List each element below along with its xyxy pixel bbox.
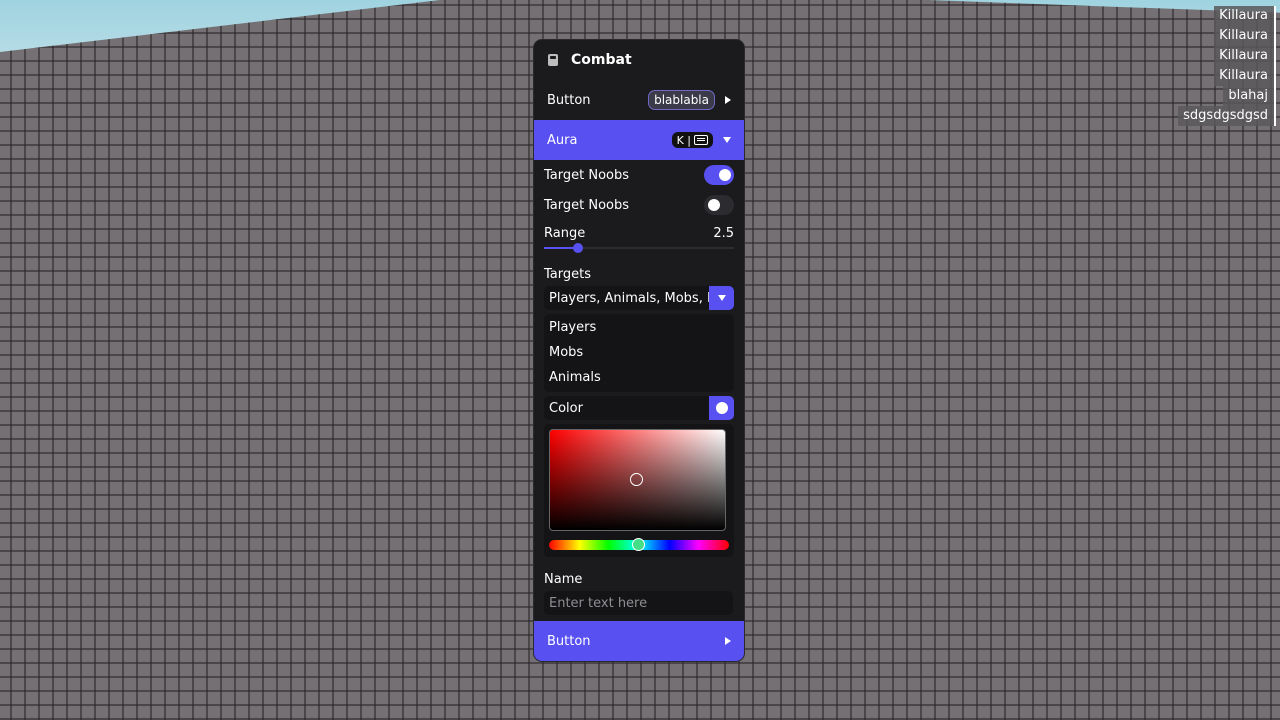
button-module[interactable]: Button blablabla xyxy=(534,80,744,120)
label-pill: blablabla xyxy=(648,90,715,110)
notification: sdgsdgsdgsd xyxy=(1178,106,1276,126)
toggle-label: Target Noobs xyxy=(544,197,630,213)
option-players[interactable]: Players xyxy=(544,315,734,340)
option-animals[interactable]: Animals xyxy=(544,365,734,390)
keybind-key: K | xyxy=(676,133,691,147)
slider-label: Range xyxy=(544,226,586,241)
slider-handle[interactable] xyxy=(573,243,584,253)
targets-dropdown[interactable]: Players, Animals, Mobs, I xyxy=(544,286,734,310)
button-label: Button xyxy=(547,633,591,649)
color-label: Color xyxy=(549,400,583,416)
saturation-value-area[interactable] xyxy=(549,429,726,531)
window-title: Combat xyxy=(571,52,632,68)
toggle-knob xyxy=(708,199,720,211)
chevron-right-icon[interactable] xyxy=(725,637,731,645)
aura-module[interactable]: Aura K | xyxy=(534,120,744,160)
toggle-knob xyxy=(719,169,731,181)
hue-cursor[interactable] xyxy=(632,538,645,551)
notification: Killaura xyxy=(1214,6,1276,26)
color-picker xyxy=(544,424,734,557)
targets-label: Targets xyxy=(544,267,591,282)
notification-list: Killaura Killaura Killaura Killaura blah… xyxy=(1178,6,1276,126)
color-swatch-button[interactable] xyxy=(709,396,734,420)
keybind-badge[interactable]: K | xyxy=(671,132,713,148)
color-dot xyxy=(715,402,728,414)
chevron-right-icon[interactable] xyxy=(725,96,731,104)
name-input[interactable] xyxy=(544,591,733,615)
toggle-switch-on[interactable] xyxy=(704,165,734,185)
button-module-bottom[interactable]: Button xyxy=(534,621,744,661)
toggle-label: Target Noobs xyxy=(544,167,630,183)
hue-slider[interactable] xyxy=(549,538,729,551)
slider-value: 2.5 xyxy=(713,226,734,241)
chevron-down-icon[interactable] xyxy=(723,137,731,143)
notification: Killaura xyxy=(1214,46,1276,66)
toggle-target-noobs[interactable]: Target Noobs xyxy=(544,190,734,220)
targets-options: Players Mobs Animals xyxy=(544,314,734,392)
notification: Killaura xyxy=(1214,66,1276,86)
button-label: Button xyxy=(547,92,591,108)
name-label: Name xyxy=(544,572,583,587)
slider-track[interactable] xyxy=(544,243,734,253)
range-slider[interactable]: Range 2.5 xyxy=(544,220,734,260)
window-header[interactable]: Combat xyxy=(534,40,744,80)
toggle-target-noobs[interactable]: Target Noobs xyxy=(544,160,734,190)
color-picker-row[interactable]: Color xyxy=(544,396,734,420)
module-icon xyxy=(547,53,559,67)
notification: Killaura xyxy=(1214,26,1276,46)
chevron-down-icon xyxy=(717,295,726,301)
dropdown-toggle[interactable] xyxy=(709,286,734,310)
combat-window: Combat Button blablabla Aura K | Target … xyxy=(534,40,744,661)
aura-label: Aura xyxy=(547,132,578,148)
keyboard-icon xyxy=(694,135,708,145)
sv-cursor[interactable] xyxy=(630,473,643,486)
toggle-switch-off[interactable] xyxy=(704,195,734,215)
notification: blahaj xyxy=(1223,86,1276,106)
option-mobs[interactable]: Mobs xyxy=(544,340,734,365)
dropdown-value: Players, Animals, Mobs, I xyxy=(549,290,709,306)
aura-settings: Target Noobs Target Noobs Range 2.5 Targ… xyxy=(534,160,744,615)
